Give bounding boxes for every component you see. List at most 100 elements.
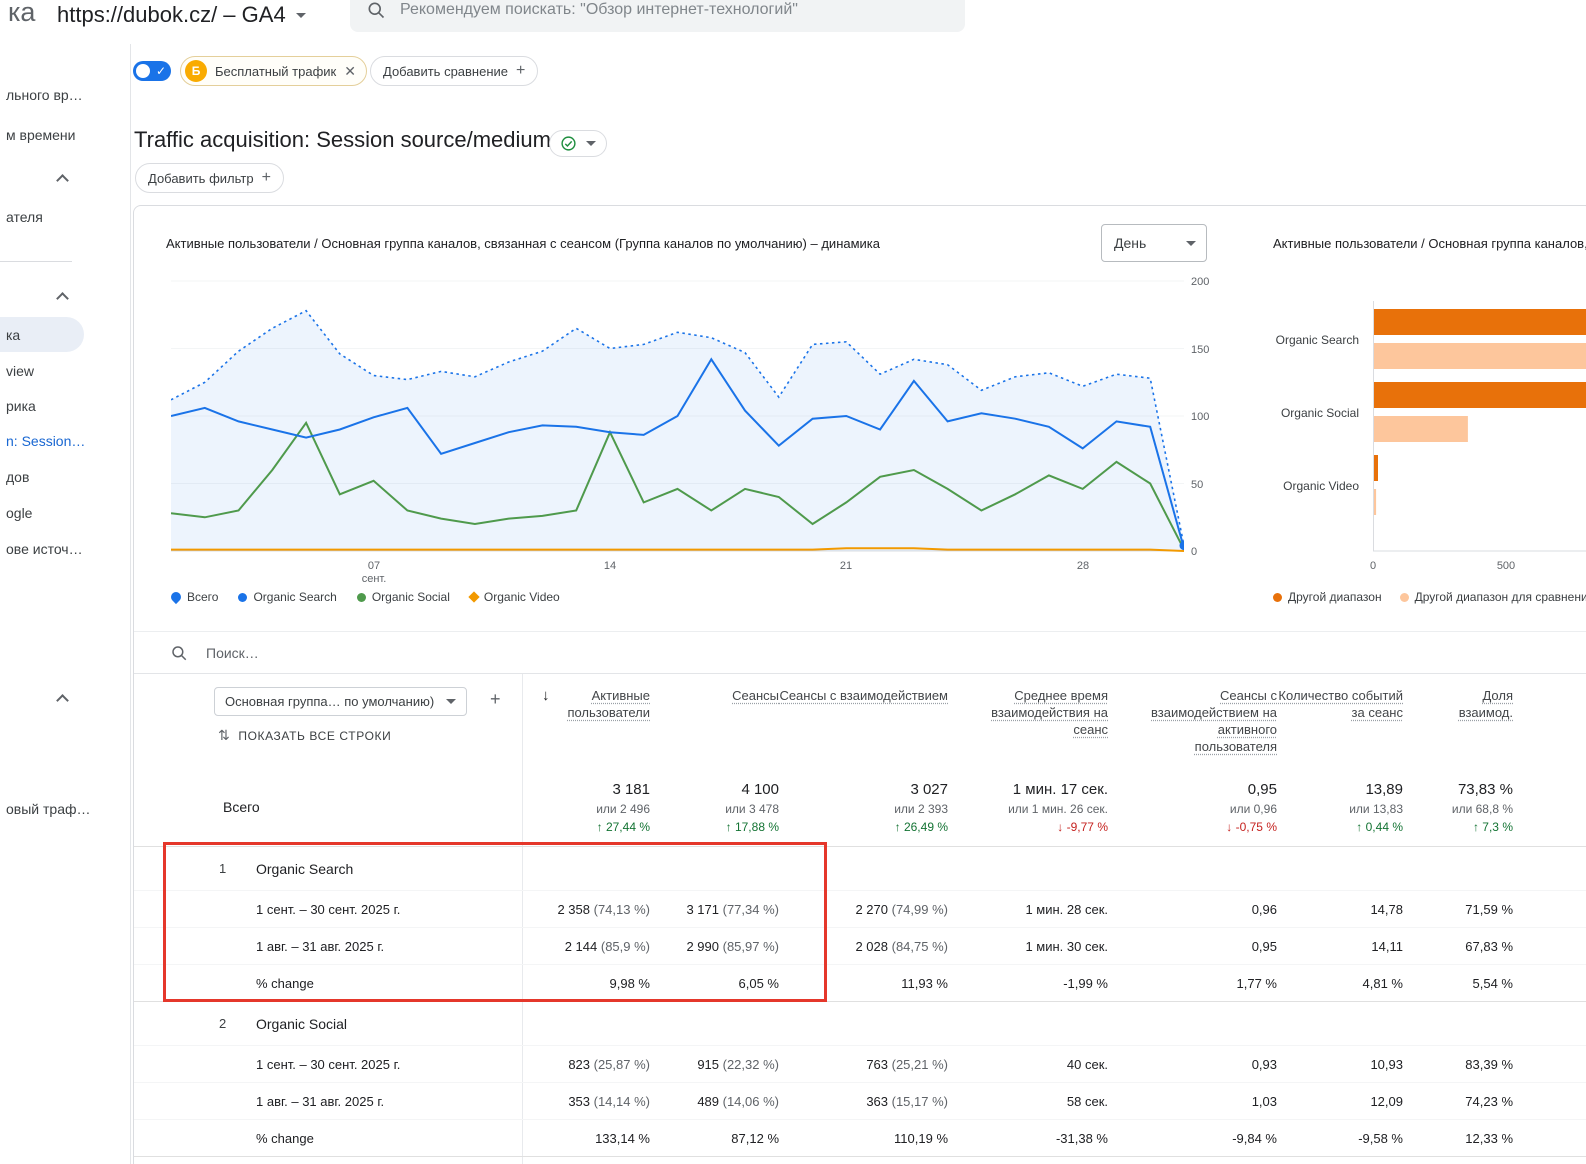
metric-cell: 133,14 % [522,1131,650,1146]
sidebar-item[interactable]: view [6,363,34,379]
check-circle-icon [560,135,577,152]
metric-cell: 67,83 % [1403,939,1513,954]
metric-cell: 40 сек. [948,1057,1108,1072]
chevron-down-icon [296,13,306,18]
metric-cell: 11,93 % [779,976,948,991]
column-header[interactable]: Количество событий за сеанс [1277,687,1403,721]
legend-item: Другой диапазон [1273,590,1382,604]
sort-descending-icon: ↓ [542,687,550,704]
metric-cell: 4,81 % [1277,976,1403,991]
sidebar-divider [0,261,72,262]
table-row: 1 авг. – 31 авг. 2025 г.2 144 (85,9 %)2 … [134,927,1586,964]
row-label: 1 авг. – 31 авг. 2025 г. [134,1094,522,1109]
metric-cell: 10,93 [1277,1057,1403,1072]
search-bar[interactable]: Рекомендуем поискать: "Обзор интернет-те… [350,0,965,32]
close-icon[interactable]: ✕ [344,63,356,80]
totals-metric-cell: 3 181или 2 496↑ 27,44 % [522,781,650,834]
metric-cell: 1,77 % [1108,976,1277,991]
chevron-up-icon[interactable] [56,292,69,305]
series-dot-icon [1400,593,1409,602]
x-axis-label: 21 [816,560,876,573]
legend-item: Всего [171,590,218,604]
metric-cell: 110,19 % [779,1131,948,1146]
metric-cell: 2 028 (84,75 %) [779,939,948,954]
metric-cell: 915 (22,32 %) [650,1057,779,1072]
sidebar-item[interactable]: ка [6,327,20,343]
metric-cell: 9,98 % [522,976,650,991]
granularity-select[interactable]: День [1101,224,1207,262]
add-comparison-button[interactable]: Добавить сравнение + [370,56,538,86]
total-marker-icon [169,590,183,604]
sidebar-item[interactable]: дов [6,469,29,485]
series-dot-icon [357,593,366,602]
legend-item: Organic Search [238,590,336,604]
metric-cell: 0,95 [1108,939,1277,954]
ga4-report-page: льного вр… м времени ателя ка view рика … [0,0,1586,1164]
sidebar-item[interactable]: рика [6,398,36,414]
metric-cell: 83,39 % [1403,1057,1513,1072]
column-header[interactable]: ↓Активные пользователи [522,687,650,721]
report-status-badge[interactable] [549,130,607,157]
totals-metric-cell: 4 100или 3 478↑ 17,88 % [650,781,779,834]
metric-cell: 1 мин. 28 сек. [948,902,1108,917]
metric-cell: 2 270 (74,99 %) [779,902,948,917]
legend-item: Organic Social [357,590,450,604]
segment-chip[interactable]: Б Бесплатный трафик ✕ [180,56,367,86]
row-label: % change [134,1131,522,1146]
table-row: 1 авг. – 31 авг. 2025 г.353 (14,14 %)489… [134,1082,1586,1119]
property-selector[interactable]: https://dubok.cz/ – GA4 [57,2,306,28]
sidebar-item-current-report[interactable]: n: Session… [6,433,85,449]
sidebar-item[interactable]: льного вр… [6,87,83,103]
segment-chip-label: Бесплатный трафик [215,64,336,79]
y-axis-label: 200 [1191,276,1225,288]
sidebar-item[interactable]: ателя [6,209,43,225]
series-dot-icon [238,593,247,602]
page-title: Traffic acquisition: Session source/medi… [134,127,551,153]
plus-icon: + [262,170,271,186]
granularity-value: День [1114,235,1146,251]
metric-cell: -9,58 % [1277,1131,1403,1146]
table-search[interactable]: Поиск… [134,631,1586,674]
metric-cell: -1,99 % [948,976,1108,991]
table-group: 2Organic Social1 сент. – 30 сент. 2025 г… [134,1001,1586,1157]
x-axis-label: 28 [1053,560,1113,573]
sidebar-item[interactable]: ogle [6,505,32,521]
x-axis-label: 07сент. [344,560,404,586]
table-row: 1 сент. – 30 сент. 2025 г.2 358 (74,13 %… [134,890,1586,927]
segment-toggle[interactable]: ✓ [133,61,171,81]
chevron-up-icon[interactable] [56,174,69,187]
metric-cell: 2 358 (74,13 %) [522,902,650,917]
column-header[interactable]: Сеансы с взаимодействием на активного по… [1108,687,1277,755]
chevron-up-icon[interactable] [56,694,69,707]
bar-category-label: Organic Video [1219,479,1359,493]
column-header[interactable]: Сеансы [650,687,779,704]
line-chart [171,276,1184,561]
sidebar-item[interactable]: овый траф… [6,801,91,817]
metric-cell: 2 990 (85,97 %) [650,939,779,954]
metric-cell: -31,38 % [948,1131,1108,1146]
totals-metric-cell: 3 027или 2 393↑ 26,49 % [779,781,948,834]
metric-cell: 0,96 [1108,902,1277,917]
add-filter-button[interactable]: Добавить фильтр + [135,163,284,193]
bar-axis-tick: 500 [1492,560,1520,572]
bar-chart [1373,301,1586,559]
column-header[interactable]: Сеансы с взаимодействием [779,687,948,704]
add-filter-label: Добавить фильтр [148,171,254,186]
metric-cell: 353 (14,14 %) [522,1094,650,1109]
bar-chart-title: Активные пользователи / Основная группа … [1273,236,1586,251]
series-dot-icon [1273,593,1282,602]
row-index: 2 [219,1016,256,1032]
table-body: 1Organic Search 1 сент. – 30 сент. 2025 г… [134,846,1586,1157]
sidebar-item[interactable]: ове источ… [6,541,83,557]
x-axis-label: 14 [580,560,640,573]
channel-name: Organic Search [256,861,353,877]
bar-category-label: Organic Search [1219,333,1359,347]
totals-metric-cell: 0,95или 0,96↓ -0,75 % [1108,781,1277,834]
row-index: 1 [219,861,256,877]
column-header[interactable]: Доля взаимод. [1403,687,1513,721]
property-title: https://dubok.cz/ – GA4 [57,2,286,28]
sidebar-item[interactable]: м времени [6,127,76,143]
metric-cell: 3 171 (77,34 %) [650,902,779,917]
column-header[interactable]: Среднее время взаимодействия на сеанс [948,687,1108,738]
metric-cell: 1,03 [1108,1094,1277,1109]
